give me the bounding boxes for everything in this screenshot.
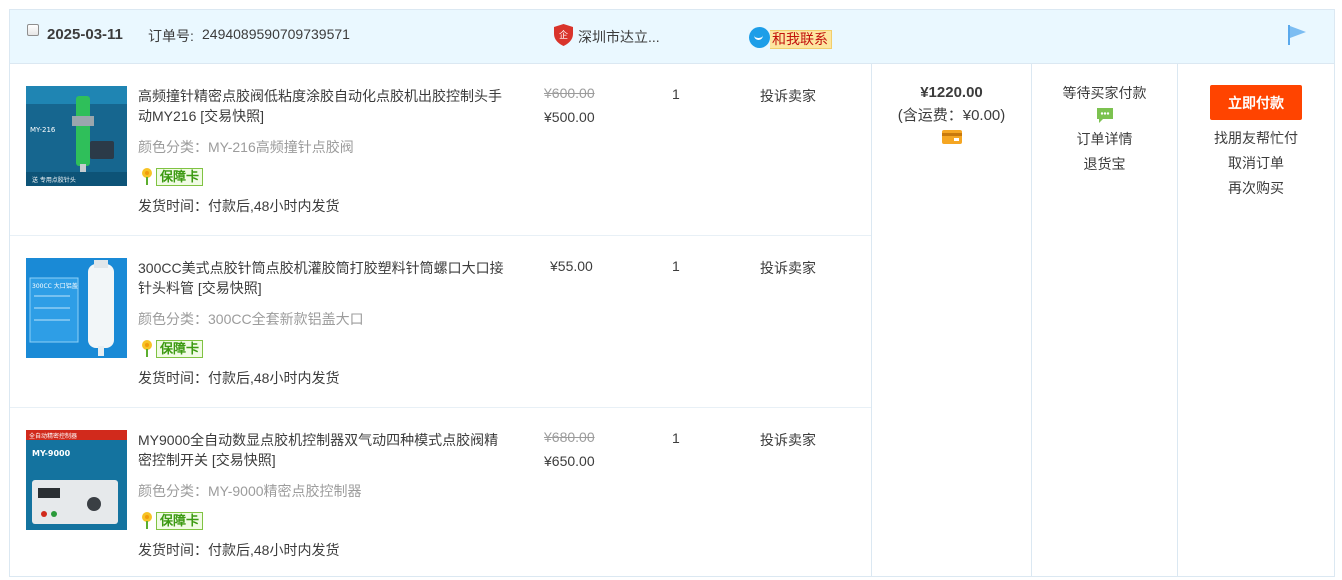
shipping-time: 发货时间：付款后,48小时内发货	[138, 198, 340, 214]
quantity: 1	[672, 86, 680, 102]
complain-seller-link[interactable]: 投诉卖家	[760, 430, 816, 450]
product-sku: 颜色分类：MY-216高频撞针点胶阀	[138, 139, 354, 155]
flag-icon[interactable]	[1286, 24, 1308, 46]
shipping-time: 发货时间：付款后,48小时内发货	[138, 542, 340, 558]
ask-friend-pay-link[interactable]: 找朋友帮忙付	[1178, 126, 1334, 151]
quantity: 1	[672, 430, 680, 446]
guarantee-label: 保障卡	[156, 168, 204, 186]
order-item: MY-216 送 专用点胶针头 高频撞针精密点胶阀低粘度涂胶自动化点胶机出胶控制…	[10, 64, 871, 236]
cancel-order-link[interactable]: 取消订单	[1178, 151, 1334, 176]
product-thumbnail[interactable]: MY-216 送 专用点胶针头	[26, 86, 127, 186]
order-items: MY-216 送 专用点胶针头 高频撞针精密点胶阀低粘度涂胶自动化点胶机出胶控制…	[10, 64, 871, 580]
original-price: ¥600.00	[544, 85, 595, 101]
buy-again-link[interactable]: 再次购买	[1178, 176, 1334, 201]
thumbnail-model: MY-9000	[32, 449, 71, 458]
product-title-link[interactable]: 高频撞针精密点胶阀低粘度涂胶自动化点胶机出胶控制头手动MY216 [交易快照]	[138, 86, 512, 126]
guarantee-label: 保障卡	[156, 340, 204, 358]
unit-price: ¥55.00	[550, 258, 593, 274]
order-number-label: 订单号:	[148, 28, 194, 44]
order-card: 2025-03-11 订单号: 2494089590709739571 企 深圳…	[9, 9, 1335, 577]
order-total-column: ¥1220.00 (含运费：¥0.00)	[871, 64, 1031, 576]
order-checkbox[interactable]	[27, 24, 39, 36]
order-number: 2494089590709739571	[202, 26, 350, 42]
guarantee-label: 保障卡	[156, 512, 204, 530]
message-icon[interactable]	[1096, 106, 1114, 124]
shop-name-link[interactable]: 深圳市达立...	[578, 27, 660, 47]
order-item: 300CC 大口铝盖 300CC美式点胶针筒点胶机灌胶筒打胶塑料针筒螺口大口接针…	[10, 236, 871, 408]
credit-card-icon[interactable]	[941, 130, 962, 144]
complain-seller-link[interactable]: 投诉卖家	[760, 86, 816, 106]
flower-icon	[142, 168, 152, 185]
shop-shield-icon: 企	[554, 24, 573, 46]
flower-icon	[142, 512, 152, 529]
return-insurance-link[interactable]: 退货宝	[1032, 152, 1177, 177]
product-thumbnail[interactable]: 全自动精密控制器 MY-9000	[26, 430, 127, 530]
contact-seller-button[interactable]: 和我联系	[770, 30, 832, 49]
product-title-link[interactable]: MY9000全自动数显点胶机控制器双气动四种模式点胶阀精密控制开关 [交易快照]	[138, 430, 512, 470]
order-date: 2025-03-11	[47, 26, 123, 43]
unit-price: ¥650.00	[544, 453, 595, 469]
order-total: ¥1220.00	[920, 84, 983, 101]
product-thumbnail[interactable]: 300CC 大口铝盖	[26, 258, 127, 358]
order-detail-link[interactable]: 订单详情	[1032, 127, 1177, 152]
unit-price: ¥500.00	[544, 109, 595, 125]
wangwang-icon[interactable]	[749, 27, 770, 48]
order-status: 等待买家付款	[1062, 85, 1147, 101]
order-actions-column: 立即付款 找朋友帮忙付 取消订单 再次购买	[1177, 64, 1334, 576]
order-item: 全自动精密控制器 MY-9000 MY9000全自动数显点胶机控制器双气动四种模…	[10, 408, 871, 580]
thumbnail-caption: 300CC 大口铝盖	[32, 282, 78, 290]
svg-text:企: 企	[559, 29, 568, 41]
flower-icon	[142, 340, 152, 357]
product-sku: 颜色分类：MY-9000精密点胶控制器	[138, 483, 362, 499]
thumbnail-bottom-text: 送 专用点胶针头	[32, 176, 76, 184]
thumbnail-caption: 全自动精密控制器	[29, 432, 77, 440]
quantity: 1	[672, 258, 680, 274]
freight-note: (含运费：¥0.00)	[897, 107, 1006, 124]
product-sku: 颜色分类：300CC全套新款铝盖大口	[138, 311, 364, 327]
order-status-column: 等待买家付款 订单详情 退货宝	[1031, 64, 1177, 576]
pay-now-button[interactable]: 立即付款	[1210, 85, 1302, 120]
thumbnail-caption: MY-216	[30, 126, 56, 134]
original-price: ¥680.00	[544, 429, 595, 445]
product-title-link[interactable]: 300CC美式点胶针筒点胶机灌胶筒打胶塑料针筒螺口大口接针头料管 [交易快照]	[138, 258, 512, 298]
shipping-time: 发货时间：付款后,48小时内发货	[138, 370, 340, 386]
complain-seller-link[interactable]: 投诉卖家	[760, 258, 816, 278]
order-header: 2025-03-11 订单号: 2494089590709739571 企 深圳…	[10, 10, 1334, 64]
